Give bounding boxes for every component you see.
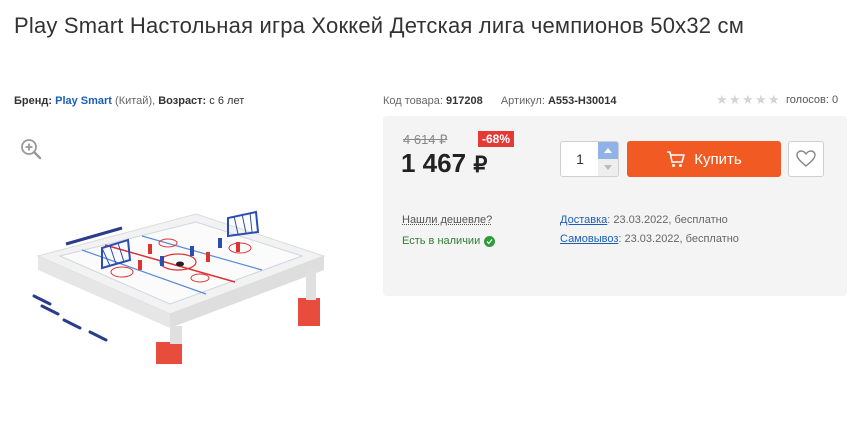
chevron-down-icon [604, 165, 612, 170]
star-icon: ★ [716, 92, 728, 107]
pickup-value: : 23.03.2022, бесплатно [618, 233, 739, 245]
quantity-decrease-button[interactable] [598, 159, 618, 176]
quantity-input[interactable]: 1 [561, 142, 599, 176]
heart-icon [796, 150, 816, 167]
rating-stars: ★ ★ ★ ★ ★ [716, 92, 780, 107]
quantity-increase-button[interactable] [598, 142, 618, 159]
delivery-link[interactable]: Доставка [560, 214, 607, 226]
chevron-up-icon [604, 148, 612, 153]
product-codes: Код товара: 917208 Артикул: A553-H30014 [383, 95, 616, 107]
brand-label: Бренд: [14, 95, 53, 107]
zoom-in-icon[interactable] [19, 137, 43, 161]
found-cheaper-link[interactable]: Нашли дешевле? [402, 214, 492, 226]
pickup-info: Самовывоз: 23.03.2022, бесплатно [560, 233, 739, 245]
delivery-value: : 23.03.2022, бесплатно [607, 214, 728, 226]
pickup-link[interactable]: Самовывоз [560, 233, 618, 245]
delivery-info: Доставка: 23.03.2022, бесплатно [560, 214, 728, 226]
votes-count: голосов: 0 [786, 94, 839, 106]
age-value: с 6 лет [209, 95, 245, 107]
current-price: 1 467 ₽ [401, 148, 487, 179]
star-icon: ★ [742, 92, 754, 107]
product-image[interactable] [30, 196, 340, 396]
star-icon: ★ [755, 92, 767, 107]
article-value: A553-H30014 [547, 95, 617, 107]
discount-badge: -68% [478, 131, 515, 147]
code-value: 917208 [445, 95, 483, 107]
favorite-button[interactable] [788, 141, 824, 177]
star-icon: ★ [768, 92, 780, 107]
in-stock-label: Есть в наличии [402, 235, 481, 247]
code-label: Код товара: [383, 95, 443, 107]
rating[interactable]: ★ ★ ★ ★ ★ голосов: 0 [716, 92, 839, 107]
star-icon: ★ [729, 92, 741, 107]
check-circle-icon [484, 235, 496, 247]
product-title: Play Smart Настольная игра Хоккей Детска… [14, 13, 745, 38]
cart-icon [667, 151, 686, 167]
article-label: Артикул: [500, 95, 545, 107]
brand-country: (Китай), [115, 95, 156, 107]
price-currency: ₽ [473, 152, 488, 177]
brand-link[interactable]: Play Smart [55, 95, 112, 107]
buy-button[interactable]: Купить [627, 141, 781, 177]
buy-box: 4 614 ₽ -68% 1 467 ₽ 1 Купить Нашли деше… [383, 116, 847, 296]
age-label: Возраст: [158, 95, 207, 107]
quantity-stepper[interactable]: 1 [560, 141, 619, 177]
in-stock-status: Есть в наличии [402, 235, 496, 247]
buy-button-label: Купить [694, 150, 742, 168]
price-value: 1 467 [401, 148, 467, 178]
brand-age-line: Бренд: Play Smart (Китай), Возраст: с 6 … [14, 95, 244, 107]
old-price: 4 614 ₽ [403, 132, 448, 147]
